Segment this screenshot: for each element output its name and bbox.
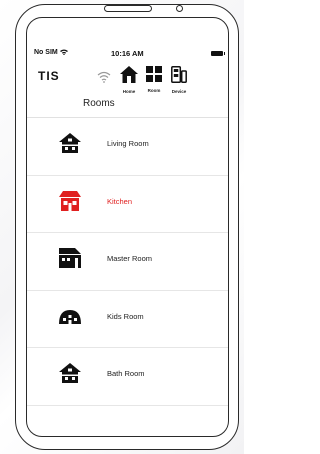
room-list: Living Room Kitchen Master Room Kids Roo… bbox=[27, 118, 228, 406]
tis-logo: TIS bbox=[38, 69, 60, 83]
nav-device-button[interactable]: Device bbox=[167, 66, 191, 94]
room-label: Living Room bbox=[107, 139, 149, 148]
room-item-kids-room[interactable]: Kids Room bbox=[27, 291, 228, 348]
kids-room-icon bbox=[59, 309, 81, 324]
house-icon bbox=[59, 363, 81, 383]
room-item-kitchen[interactable]: Kitchen bbox=[27, 176, 228, 233]
room-item-living-room[interactable]: Living Room bbox=[27, 118, 228, 176]
room-label: Master Room bbox=[107, 254, 153, 263]
nav-room-label: Room bbox=[147, 88, 161, 93]
room-label: Kitchen bbox=[107, 196, 133, 206]
wifi-icon bbox=[97, 71, 111, 83]
room-label: Bath Room bbox=[107, 369, 145, 378]
home-icon bbox=[120, 66, 138, 83]
nav-home-label: Home bbox=[122, 89, 136, 94]
nav-device-label: Device bbox=[171, 89, 187, 94]
phone-screen: No SIM 10:16 AM TIS Home Room Device Roo… bbox=[26, 17, 229, 437]
speaker-slot bbox=[104, 5, 152, 12]
room-label: Kids Room bbox=[107, 311, 144, 321]
battery-icon bbox=[211, 51, 225, 56]
carrier-text: No SIM bbox=[34, 49, 58, 56]
kitchen-house-icon bbox=[59, 190, 81, 211]
wifi-status-icon bbox=[59, 49, 68, 56]
carrier-status: No SIM bbox=[34, 49, 68, 56]
room-item-bath-room[interactable]: Bath Room bbox=[27, 348, 228, 406]
master-room-icon bbox=[59, 248, 81, 268]
clock: 10:16 AM bbox=[111, 49, 144, 58]
status-bar: No SIM 10:16 AM bbox=[27, 48, 228, 60]
house-icon bbox=[59, 133, 81, 153]
room-item-master-room[interactable]: Master Room bbox=[27, 233, 228, 291]
grid-icon bbox=[146, 66, 162, 82]
device-icon bbox=[171, 66, 187, 83]
page-title: Rooms bbox=[83, 98, 115, 109]
nav-room-button[interactable]: Room bbox=[142, 66, 166, 93]
camera-dot bbox=[176, 5, 183, 12]
nav-home-button[interactable]: Home bbox=[117, 66, 141, 94]
app-header: TIS Home Room Device bbox=[27, 66, 228, 102]
